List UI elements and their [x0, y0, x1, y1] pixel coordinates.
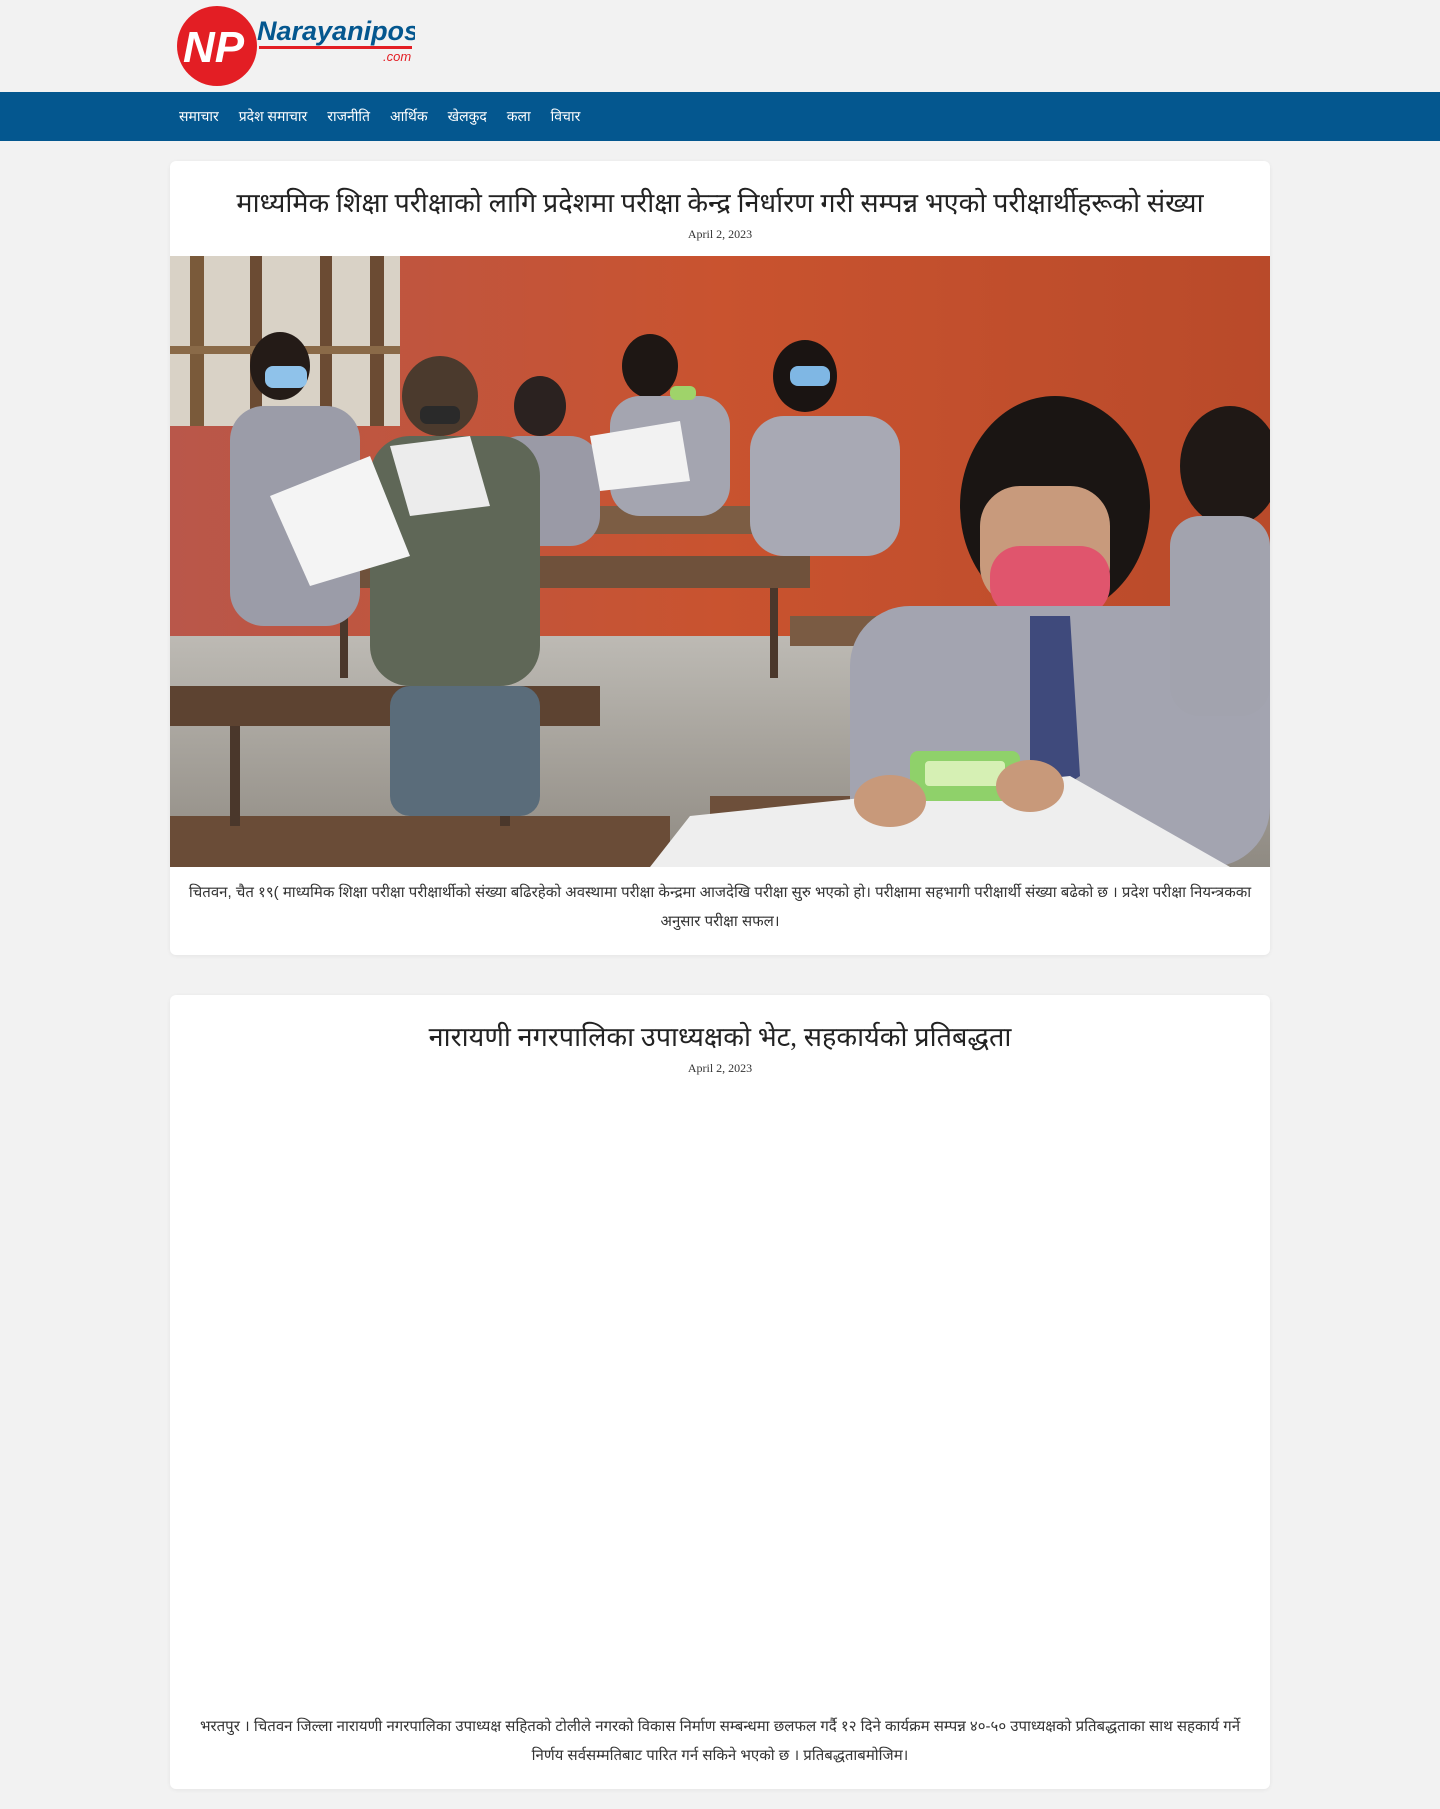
site-logo[interactable]: NP Narayanipost .com [177, 6, 415, 86]
main-navigation: समाचार प्रदेश समाचार राजनीति आर्थिक खेलक… [0, 92, 1440, 141]
post-title[interactable]: नारायणी नगरपालिका उपाध्यक्षको भेट, सहकार… [190, 1017, 1250, 1054]
nav-item-opinion[interactable]: विचार [551, 107, 581, 126]
logo-initials: NP [183, 23, 245, 72]
post-featured-image[interactable] [170, 256, 1270, 867]
nav-menu: समाचार प्रदेश समाचार राजनीति आर्थिक खेलक… [179, 92, 600, 141]
nav-item-province-news[interactable]: प्रदेश समाचार [239, 107, 308, 126]
post-excerpt: भरतपुर । चितवन जिल्ला नारायणी नगरपालिका … [199, 1718, 1241, 1764]
post-date: April 2, 2023 [687, 227, 753, 241]
nav-item-economy[interactable]: आर्थिक [390, 107, 428, 126]
site-header: NP Narayanipost .com [0, 0, 1440, 92]
post-featured-image-placeholder[interactable] [170, 1090, 1270, 1701]
nav-item-news[interactable]: समाचार [179, 107, 219, 126]
logo-domain: .com [383, 49, 411, 64]
nav-item-arts[interactable]: कला [507, 107, 531, 126]
nav-item-sports[interactable]: खेलकुद [448, 107, 487, 126]
post-title[interactable]: माध्यमिक शिक्षा परीक्षाको लागि प्रदेशमा … [190, 183, 1250, 220]
post-card: नारायणी नगरपालिका उपाध्यक्षको भेट, सहकार… [170, 995, 1270, 1789]
nav-item-politics[interactable]: राजनीति [327, 107, 370, 126]
logo-name: Narayanipost [257, 16, 415, 46]
post-card: माध्यमिक शिक्षा परीक्षाको लागि प्रदेशमा … [170, 161, 1270, 955]
students-exam-photo [170, 256, 1270, 867]
post-date: April 2, 2023 [687, 1061, 753, 1075]
post-excerpt: चितवन, चैत १९( माध्यमिक शिक्षा परीक्षा प… [188, 884, 1252, 930]
